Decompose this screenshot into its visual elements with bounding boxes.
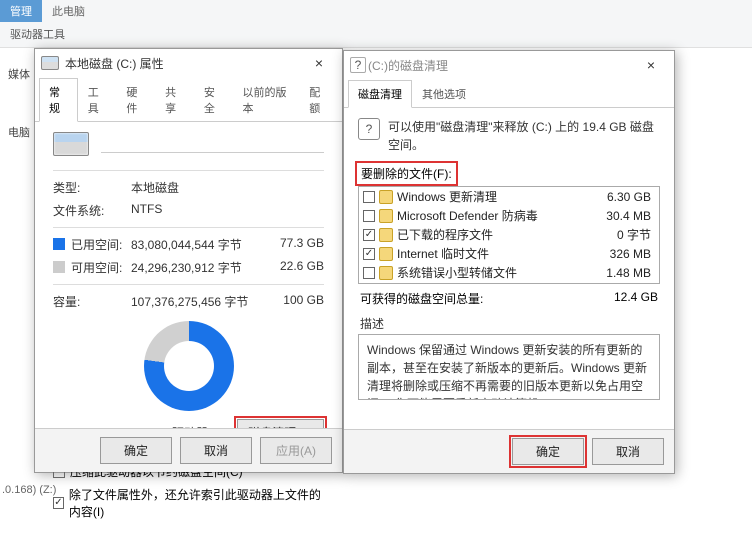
- free-label: 可用空间:: [53, 259, 131, 276]
- list-item: ✓ Internet 临时文件 326 MB: [359, 244, 659, 263]
- cap-bytes: 107,376,275,456 字节: [131, 293, 270, 310]
- properties-dialog: 本地磁盘 (C:) 属性 × 常规 工具 硬件 共享 安全 以前的版本 配额 类…: [34, 48, 343, 473]
- used-bytes: 83,080,044,544 字节: [131, 236, 270, 253]
- item-checkbox[interactable]: [363, 267, 375, 279]
- properties-tabs: 常规 工具 硬件 共享 安全 以前的版本 配额: [35, 77, 342, 122]
- usage-donut-chart: [144, 321, 234, 411]
- tab-hardware[interactable]: 硬件: [116, 78, 155, 122]
- cap-label: 容量:: [53, 293, 131, 310]
- folder-icon: [379, 209, 393, 223]
- cancel-button[interactable]: 取消: [180, 437, 252, 464]
- cleanup-file-list[interactable]: Windows 更新清理 6.30 GB Microsoft Defender …: [358, 186, 660, 284]
- type-label: 类型:: [53, 179, 131, 196]
- description-box: Windows 保留通过 Windows 更新安装的所有更新的副本，甚至在安装了…: [358, 334, 660, 400]
- drive-icon: [53, 132, 89, 156]
- properties-titlebar: 本地磁盘 (C:) 属性 ×: [35, 49, 342, 77]
- cancel-button[interactable]: 取消: [592, 438, 664, 465]
- files-to-delete-label: 要删除的文件(F):: [361, 167, 452, 181]
- cleanup-button-bar: 确定 取消: [344, 429, 674, 473]
- item-checkbox[interactable]: ✓: [363, 248, 375, 260]
- ok-button[interactable]: 确定: [512, 438, 584, 465]
- index-label: 除了文件属性外，还允许索引此驱动器上文件的内容(I): [69, 486, 324, 520]
- cleanup-title: (C:)的磁盘清理: [368, 57, 634, 74]
- tab-previous[interactable]: 以前的版本: [233, 78, 300, 122]
- folder-icon: [379, 247, 393, 261]
- volume-name-input[interactable]: [101, 135, 324, 153]
- tab-quota[interactable]: 配额: [299, 78, 338, 122]
- gain-label: 可获得的磁盘空间总量:: [360, 290, 483, 307]
- ribbon-tab-manage[interactable]: 管理: [0, 0, 42, 22]
- fs-label: 文件系统:: [53, 202, 131, 219]
- cleanup-dialog: ? (C:)的磁盘清理 × 磁盘清理 其他选项 ? 可以使用"磁盘清理"来释放 …: [343, 50, 675, 474]
- folder-icon: [379, 266, 393, 280]
- cleanup-tabs: 磁盘清理 其他选项: [344, 79, 674, 108]
- cap-gb: 100 GB: [270, 293, 324, 310]
- tab-general[interactable]: 常规: [39, 78, 78, 122]
- tab-tools[interactable]: 工具: [78, 78, 117, 122]
- list-item: Microsoft Defender 防病毒 30.4 MB: [359, 206, 659, 225]
- item-checkbox[interactable]: ✓: [363, 229, 375, 241]
- folder-icon: [379, 190, 393, 204]
- folder-icon: [379, 228, 393, 242]
- explorer-ribbon: 管理 此电脑 驱动器工具: [0, 0, 752, 48]
- used-label: 已用空间:: [53, 236, 131, 253]
- close-icon[interactable]: ×: [634, 57, 668, 73]
- description-label: 描述: [358, 313, 660, 334]
- free-gb: 22.6 GB: [270, 259, 324, 276]
- tab-security[interactable]: 安全: [194, 78, 233, 122]
- list-item: Windows 更新清理 6.30 GB: [359, 187, 659, 206]
- list-item: ✓ 已下载的程序文件 0 字节: [359, 225, 659, 244]
- list-item: 系统错误小型转储文件 1.48 MB: [359, 263, 659, 282]
- cleanup-content: ? 可以使用"磁盘清理"来释放 (C:) 上的 19.4 GB 磁盘空间。 要删…: [344, 108, 674, 410]
- item-checkbox[interactable]: [363, 191, 375, 203]
- cleanup-titlebar: ? (C:)的磁盘清理 ×: [344, 51, 674, 79]
- cleanup-app-icon: ?: [350, 57, 366, 73]
- used-swatch-icon: [53, 238, 65, 250]
- ok-button[interactable]: 确定: [100, 437, 172, 464]
- tab-cleanup[interactable]: 磁盘清理: [348, 80, 412, 108]
- index-checkbox[interactable]: ✓: [53, 497, 64, 509]
- tab-more-options[interactable]: 其他选项: [412, 80, 476, 108]
- free-bytes: 24,296,230,912 字节: [131, 259, 270, 276]
- type-value: 本地磁盘: [131, 179, 324, 196]
- tab-sharing[interactable]: 共享: [155, 78, 194, 122]
- disk-icon: [41, 56, 59, 70]
- properties-button-bar: 确定 取消 应用(A): [35, 428, 342, 472]
- cleanup-info-text: 可以使用"磁盘清理"来释放 (C:) 上的 19.4 GB 磁盘空间。: [388, 118, 660, 154]
- item-checkbox[interactable]: [363, 210, 375, 222]
- info-icon: ?: [358, 118, 380, 140]
- ribbon-sub-drive-tools[interactable]: 驱动器工具: [0, 22, 75, 46]
- properties-title: 本地磁盘 (C:) 属性: [65, 55, 302, 72]
- fs-value: NTFS: [131, 202, 324, 219]
- apply-button[interactable]: 应用(A): [260, 437, 332, 464]
- ribbon-tab-thispc[interactable]: 此电脑: [42, 0, 95, 22]
- close-icon[interactable]: ×: [302, 55, 336, 71]
- used-gb: 77.3 GB: [270, 236, 324, 253]
- free-swatch-icon: [53, 261, 65, 273]
- gain-value: 12.4 GB: [614, 290, 658, 307]
